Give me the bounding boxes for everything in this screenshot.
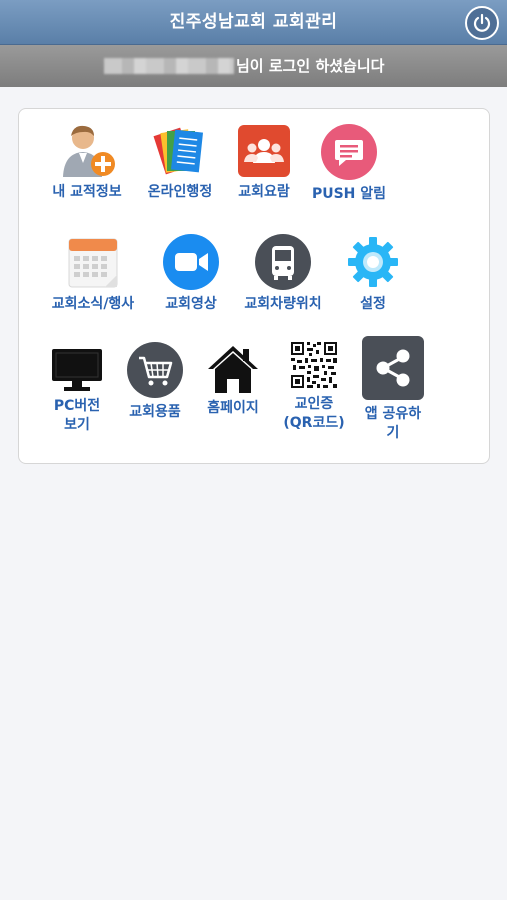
menu-item-church-vehicle[interactable]: 교회차량위치: [233, 233, 333, 314]
share-icon: [362, 336, 424, 400]
people-group-icon: [238, 125, 290, 177]
menu-panel: 내 교적정보 온라인행정 교회요람 PUSH 알림 교회소식/행사 교회영상 교…: [18, 108, 490, 464]
menu-item-church-directory[interactable]: 교회요람: [216, 123, 312, 202]
menu-label: 온라인행정: [147, 184, 213, 200]
menu-item-church-video[interactable]: 교회영상: [143, 233, 239, 314]
user-add-icon: [63, 125, 115, 177]
monitor-icon: [52, 349, 102, 391]
login-message: 님이 로그인 하셨습니다: [236, 57, 385, 75]
menu-item-church-news[interactable]: 교회소식/행사: [45, 233, 141, 314]
logout-button[interactable]: [465, 6, 499, 40]
gear-icon: [348, 237, 398, 287]
qr-code-icon: [289, 340, 339, 390]
menu-label: 교회소식/행사: [51, 296, 135, 312]
video-camera-icon: [163, 234, 219, 290]
login-status-bar: 님이 로그인 하셨습니다: [0, 45, 507, 87]
calendar-icon: [68, 238, 118, 288]
header-bar: 진주성남교회 교회관리: [0, 0, 507, 45]
menu-label: 교회영상: [165, 296, 217, 312]
shopping-cart-icon: [127, 342, 183, 398]
home-icon: [208, 346, 258, 393]
menu-label: 교회차량위치: [244, 296, 322, 312]
blurred-user-name: [104, 58, 234, 74]
documents-icon: [153, 127, 204, 175]
power-icon: [473, 13, 491, 32]
menu-item-settings[interactable]: 설정: [325, 233, 421, 314]
bus-icon: [255, 234, 311, 290]
menu-label: PUSH 알림: [311, 186, 387, 202]
menu-label: 설정: [360, 296, 386, 312]
menu-item-push-alarm[interactable]: PUSH 알림: [301, 123, 397, 204]
menu-label: 교회요람: [238, 184, 290, 200]
page-title: 진주성남교회 교회관리: [169, 12, 338, 32]
menu-label: 앱 공유하 기: [364, 406, 422, 441]
menu-item-share-app[interactable]: 앱 공유하 기: [345, 335, 441, 443]
chat-bubble-icon: [321, 124, 377, 180]
menu-item-online-admin[interactable]: 온라인행정: [132, 123, 228, 202]
menu-label: 내 교적정보: [52, 184, 122, 200]
menu-item-my-info[interactable]: 내 교적정보: [39, 123, 135, 202]
